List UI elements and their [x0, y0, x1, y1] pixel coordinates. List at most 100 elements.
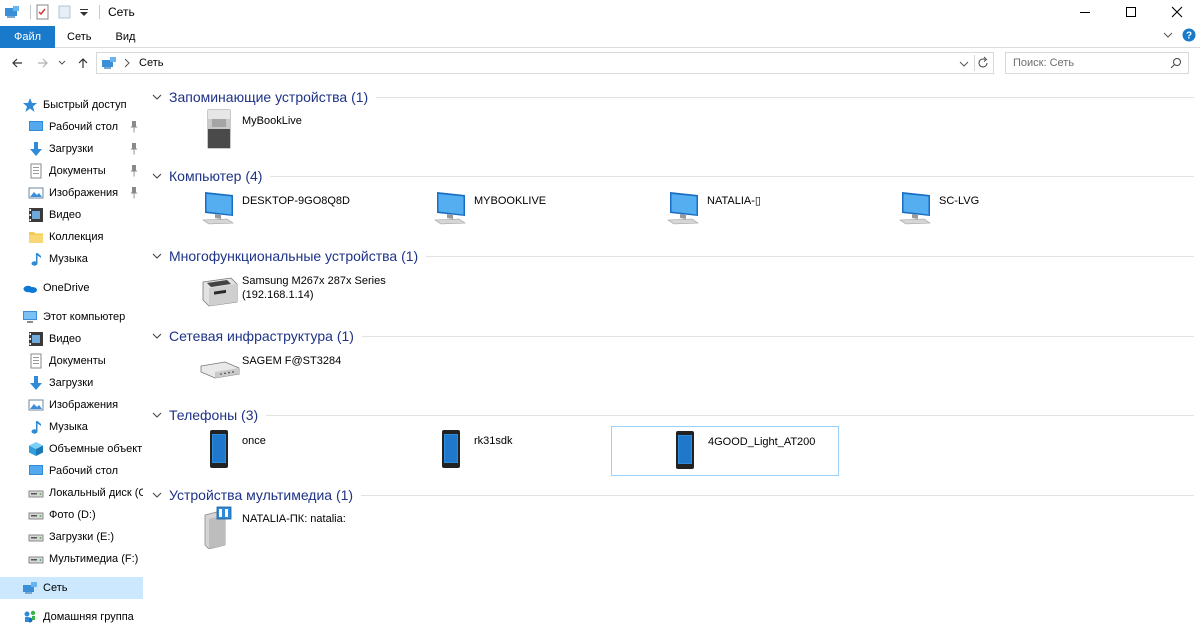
- sidebar-item-label: Этот компьютер: [43, 311, 126, 323]
- device-tile[interactable]: Samsung M267x 287x Series (192.168.1.14): [146, 266, 386, 316]
- sidebar-item[interactable]: Домашняя группа: [0, 606, 143, 628]
- device-tile[interactable]: SC-LVG: [843, 186, 1071, 236]
- sidebar-item[interactable]: Рабочий стол: [0, 460, 143, 482]
- sidebar-item[interactable]: Загрузки: [0, 138, 143, 160]
- sidebar-item[interactable]: Рабочий стол: [0, 116, 143, 138]
- sidebar-item[interactable]: Музыка: [0, 416, 143, 438]
- sidebar-item[interactable]: Загрузки (E:): [0, 526, 143, 548]
- device-tile[interactable]: SAGEM F@ST3284: [146, 346, 374, 396]
- sidebar-item[interactable]: Этот компьютер: [0, 306, 143, 328]
- sidebar-item[interactable]: Фото (D:): [0, 504, 143, 526]
- chevron-down-icon[interactable]: [150, 249, 164, 263]
- close-button[interactable]: [1154, 0, 1200, 24]
- device-tile[interactable]: DESKTOP-9GO8Q8D: [146, 186, 374, 236]
- customize-dropdown-icon[interactable]: [79, 4, 89, 20]
- device-tile[interactable]: 4GOOD_Light_AT200: [611, 426, 839, 476]
- address-divider: [974, 55, 975, 71]
- sidebar-item[interactable]: Локальный диск (C:): [0, 482, 143, 504]
- up-button[interactable]: [74, 54, 92, 72]
- sidebar-item[interactable]: Объемные объекты: [0, 438, 143, 460]
- chevron-down-icon[interactable]: [150, 90, 164, 104]
- device-name: SAGEM F@ST3284: [242, 355, 342, 367]
- sidebar-item[interactable]: Документы: [0, 160, 143, 182]
- sidebar-item[interactable]: Видео: [0, 328, 143, 350]
- group-header[interactable]: Запоминающие устройства (1): [146, 86, 1194, 108]
- pin-icon: [129, 186, 139, 200]
- sidebar-item[interactable]: Коллекция: [0, 226, 143, 248]
- device-tile[interactable]: NATALIA-ПК: natalia:: [146, 504, 374, 554]
- search-icon[interactable]: [1170, 57, 1182, 72]
- group-title: Многофункциональные устройства (1): [169, 248, 419, 264]
- sidebar-item[interactable]: Изображения: [0, 394, 143, 416]
- sidebar-item[interactable]: Сеть: [0, 577, 143, 599]
- recent-locations-icon[interactable]: [56, 54, 68, 72]
- folder-icon: [28, 229, 44, 245]
- toolbar-separator: [30, 5, 31, 19]
- maximize-button[interactable]: [1108, 0, 1154, 24]
- device-name: NATALIA-▯: [707, 195, 761, 207]
- sidebar-item-label: Видео: [49, 333, 82, 345]
- sidebar-item-label: Мультимедиа (F:): [49, 553, 139, 565]
- group-title: Устройства мультимедиа (1): [169, 487, 354, 503]
- chevron-down-icon[interactable]: [150, 329, 164, 343]
- sidebar-item[interactable]: Мультимедиа (F:): [0, 548, 143, 570]
- sidebar-item[interactable]: Загрузки: [0, 372, 143, 394]
- sidebar-item[interactable]: Документы: [0, 350, 143, 372]
- device-name: once: [242, 435, 266, 447]
- expand-ribbon-icon[interactable]: [1162, 29, 1174, 44]
- music-icon: [28, 419, 44, 435]
- new-folder-icon[interactable]: [57, 4, 73, 20]
- help-icon[interactable]: ?: [1182, 28, 1196, 45]
- minimize-button[interactable]: [1062, 0, 1108, 24]
- group-header[interactable]: Многофункциональные устройства (1): [146, 245, 1194, 267]
- media-server-icon: [196, 504, 242, 550]
- search-input[interactable]: [1013, 57, 1163, 69]
- device-tile[interactable]: once: [146, 426, 374, 476]
- group-header[interactable]: Телефоны (3): [146, 404, 1194, 426]
- forward-button[interactable]: [34, 54, 52, 72]
- tab-file[interactable]: Файл: [0, 25, 56, 48]
- music-icon: [28, 251, 44, 267]
- sidebar-item-label: Сеть: [43, 582, 68, 594]
- navigation-bar: Сеть: [0, 52, 1200, 74]
- properties-icon[interactable]: [35, 4, 51, 20]
- sidebar-item[interactable]: Изображения: [0, 182, 143, 204]
- chevron-down-icon[interactable]: [150, 488, 164, 502]
- sidebar-item[interactable]: OneDrive: [0, 277, 143, 299]
- download-icon: [28, 141, 44, 157]
- group-divider: [361, 494, 1194, 496]
- chevron-down-icon[interactable]: [150, 169, 164, 183]
- sidebar-item[interactable]: Музыка: [0, 248, 143, 270]
- device-tile[interactable]: rk31sdk: [378, 426, 606, 476]
- tab-network[interactable]: Сеть: [55, 26, 103, 48]
- address-history-icon[interactable]: [959, 58, 969, 72]
- sidebar-item-label: Документы: [49, 165, 106, 177]
- group-header[interactable]: Устройства мультимедиа (1): [146, 484, 1194, 506]
- refresh-icon[interactable]: [976, 56, 990, 73]
- address-bar[interactable]: Сеть: [96, 52, 994, 74]
- sidebar-item-label: Изображения: [49, 399, 119, 411]
- sidebar-item[interactable]: Видео: [0, 204, 143, 226]
- group-header[interactable]: Компьютер (4): [146, 165, 1194, 187]
- search-box[interactable]: [1005, 52, 1189, 74]
- device-tile[interactable]: NATALIA-▯: [611, 186, 839, 236]
- group-title: Сетевая инфраструктура (1): [169, 328, 354, 344]
- sidebar-item-label: Рабочий стол: [49, 121, 119, 133]
- nas-icon: [196, 106, 242, 152]
- sidebar-item-label: Загрузки (E:): [49, 531, 115, 543]
- device-tile[interactable]: MyBookLive: [146, 106, 374, 156]
- chevron-down-icon[interactable]: [150, 408, 164, 422]
- drive-icon: [28, 551, 44, 567]
- video-icon: [28, 207, 44, 223]
- back-button[interactable]: [8, 54, 26, 72]
- breadcrumb[interactable]: Сеть: [139, 57, 163, 69]
- sidebar-item[interactable]: Быстрый доступ: [0, 94, 143, 116]
- sidebar-item-label: Фото (D:): [49, 509, 96, 521]
- tab-view[interactable]: Вид: [104, 26, 148, 48]
- group-header[interactable]: Сетевая инфраструктура (1): [146, 325, 1194, 347]
- pictures-icon: [28, 397, 44, 413]
- device-name: DESKTOP-9GO8Q8D: [242, 195, 350, 207]
- breadcrumb-separator-icon[interactable]: [123, 58, 131, 68]
- pin-icon: [129, 142, 139, 156]
- device-tile[interactable]: MYBOOKLIVE: [378, 186, 606, 236]
